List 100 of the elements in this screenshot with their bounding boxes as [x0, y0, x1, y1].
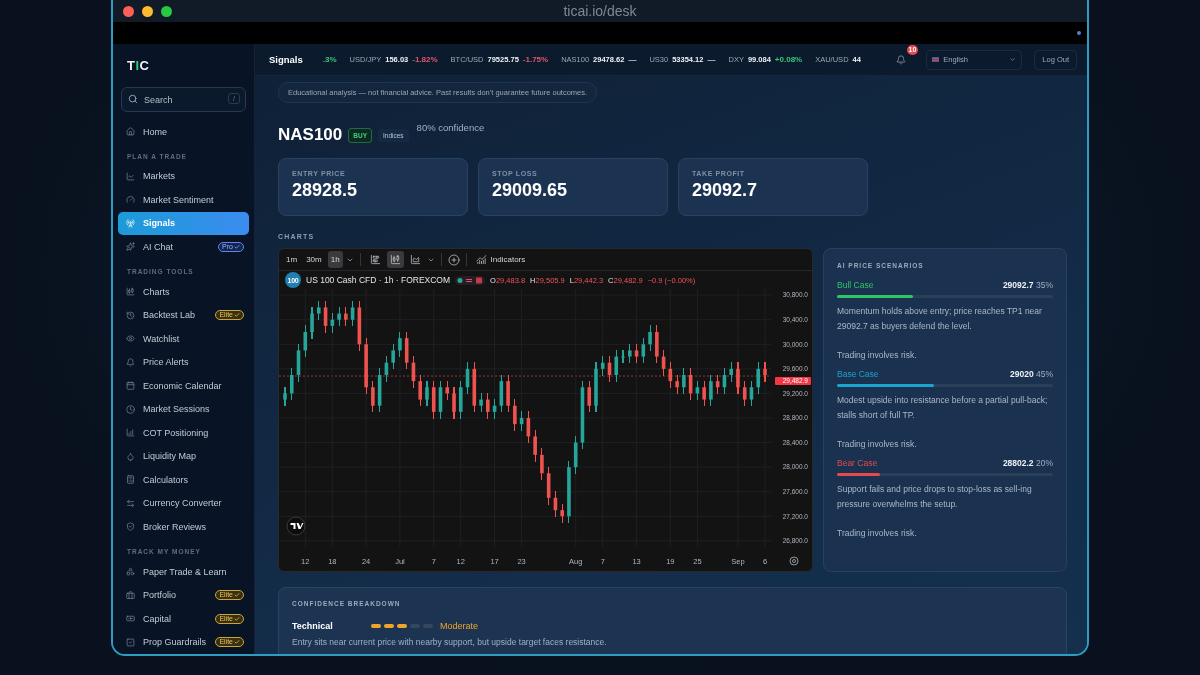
- ticker-change: -1.82%: [412, 55, 438, 64]
- candlestick: [323, 300, 328, 334]
- nav-item[interactable]: Market Sentiment: [118, 188, 249, 212]
- candlestick: [519, 410, 524, 432]
- candlestick: [702, 380, 706, 407]
- candlestick: [526, 410, 531, 444]
- candlestick: [742, 380, 747, 407]
- scenario-target: 29020 45%: [1009, 369, 1053, 379]
- candlestick: [371, 380, 375, 413]
- nav-item[interactable]: Markets: [118, 164, 249, 189]
- candlestick: [675, 373, 679, 395]
- candlestick: [350, 300, 355, 327]
- add-icon[interactable]: [447, 253, 460, 266]
- candlestick: [587, 380, 592, 413]
- candlestick: [499, 373, 504, 413]
- nav-item[interactable]: COT Positioning: [118, 421, 249, 445]
- confidence-text: 80% confidence: [416, 122, 485, 133]
- nav-item[interactable]: Market Sessions: [118, 397, 249, 421]
- candlestick: [357, 300, 362, 352]
- flag-icon: [932, 57, 940, 62]
- nav-item[interactable]: Paper Trade & Learn: [118, 559, 249, 584]
- candlestick: [465, 361, 470, 395]
- candlestick: [763, 361, 767, 383]
- candlestick: [310, 306, 314, 340]
- page-title: Signals: [269, 54, 303, 65]
- stat-value: 29009.65: [492, 180, 569, 201]
- interval-button[interactable]: 30m: [303, 251, 325, 268]
- nav-item[interactable]: Liquidity Map: [118, 444, 249, 469]
- candlestick: [688, 367, 693, 401]
- candlestick: [337, 306, 341, 327]
- candlestick: [573, 435, 578, 475]
- candlestick: [296, 343, 301, 383]
- gauge-icon: [126, 195, 135, 205]
- factor-text: Entry sits near current price with nearby support, but upside target faces resistance.: [292, 637, 608, 647]
- candlestick: [594, 361, 598, 413]
- sparkles-icon: [126, 242, 135, 252]
- interval-button[interactable]: 1m: [283, 251, 301, 268]
- indicators-button[interactable]: Indicators: [472, 251, 529, 268]
- candlestick: [709, 373, 713, 407]
- factor-label: Technical: [292, 621, 334, 631]
- candlestick: [479, 392, 483, 413]
- maximize-button[interactable]: [161, 5, 172, 17]
- candlestick: [661, 349, 666, 377]
- logo-icon: [286, 516, 306, 536]
- candlestick: [607, 355, 612, 383]
- logo: TIC: [127, 58, 150, 73]
- search-icon: [128, 94, 138, 104]
- candlestick: [438, 380, 443, 420]
- address-text: ticai.io/desk: [563, 3, 637, 19]
- nav-item[interactable]: Price Alerts: [118, 350, 249, 374]
- candlestick: [560, 502, 564, 524]
- risk-note: Trading involves risk.: [837, 438, 918, 451]
- candlestick: [634, 343, 639, 364]
- nav-item[interactable]: Economic Calendar: [118, 373, 249, 398]
- nav-item[interactable]: Home: [118, 120, 249, 144]
- interval-button[interactable]: 1h: [327, 251, 343, 268]
- candlestick: [540, 447, 544, 481]
- candlestick: [749, 380, 754, 407]
- candlestick: [533, 429, 537, 463]
- candlestick: [600, 355, 605, 377]
- bell-icon: [126, 357, 135, 367]
- candlestick: [344, 306, 348, 327]
- nav-item[interactable]: Broker Reviews: [118, 515, 249, 539]
- close-button[interactable]: [123, 5, 134, 17]
- clock-icon: [126, 404, 135, 414]
- candlestick: [621, 349, 625, 364]
- status-dot: [1077, 31, 1081, 35]
- candlestick: [472, 361, 477, 413]
- candlestick: [283, 386, 287, 407]
- candlestick: [431, 380, 436, 420]
- droplet-icon: [126, 451, 135, 461]
- minimize-button[interactable]: [142, 5, 153, 17]
- ticker-change: .3%: [322, 55, 337, 64]
- ticker-change: -1.75%: [522, 55, 549, 64]
- nav-item[interactable]: Charts: [118, 279, 249, 304]
- scenario-name: Base Case: [837, 369, 879, 379]
- settings-icon[interactable]: [789, 556, 799, 566]
- candlestick: [513, 398, 517, 432]
- candlestick: [425, 380, 429, 407]
- arrows-icon: [126, 498, 135, 508]
- instrument-name: US 100 Cash CFD · 1h · FOREXCOM: [306, 275, 451, 285]
- candlestick: [682, 367, 686, 395]
- nav-item[interactable]: Calculators: [118, 468, 249, 492]
- candlestick: [459, 380, 463, 420]
- candlestick: [384, 355, 389, 383]
- candlestick: [553, 490, 558, 518]
- scenario-name: Bull Case: [837, 280, 874, 290]
- candlestick: [641, 337, 646, 364]
- candlestick: [756, 361, 761, 395]
- scenario-text: Support fails and price drops to stop-loss as sell-ing pressure overwhelms the setup.: [837, 483, 1033, 511]
- candlestick: [648, 324, 652, 352]
- calendar-icon: [126, 381, 135, 391]
- candlestick: [506, 373, 510, 413]
- nav-item[interactable]: Currency Converter: [118, 491, 249, 516]
- candlestick: [695, 380, 700, 401]
- candlestick: [330, 312, 335, 334]
- nav-item[interactable]: Watchlist: [118, 326, 249, 351]
- candlestick: [418, 373, 422, 407]
- candlestick: [404, 330, 409, 370]
- chart-style-button[interactable]: [386, 251, 404, 268]
